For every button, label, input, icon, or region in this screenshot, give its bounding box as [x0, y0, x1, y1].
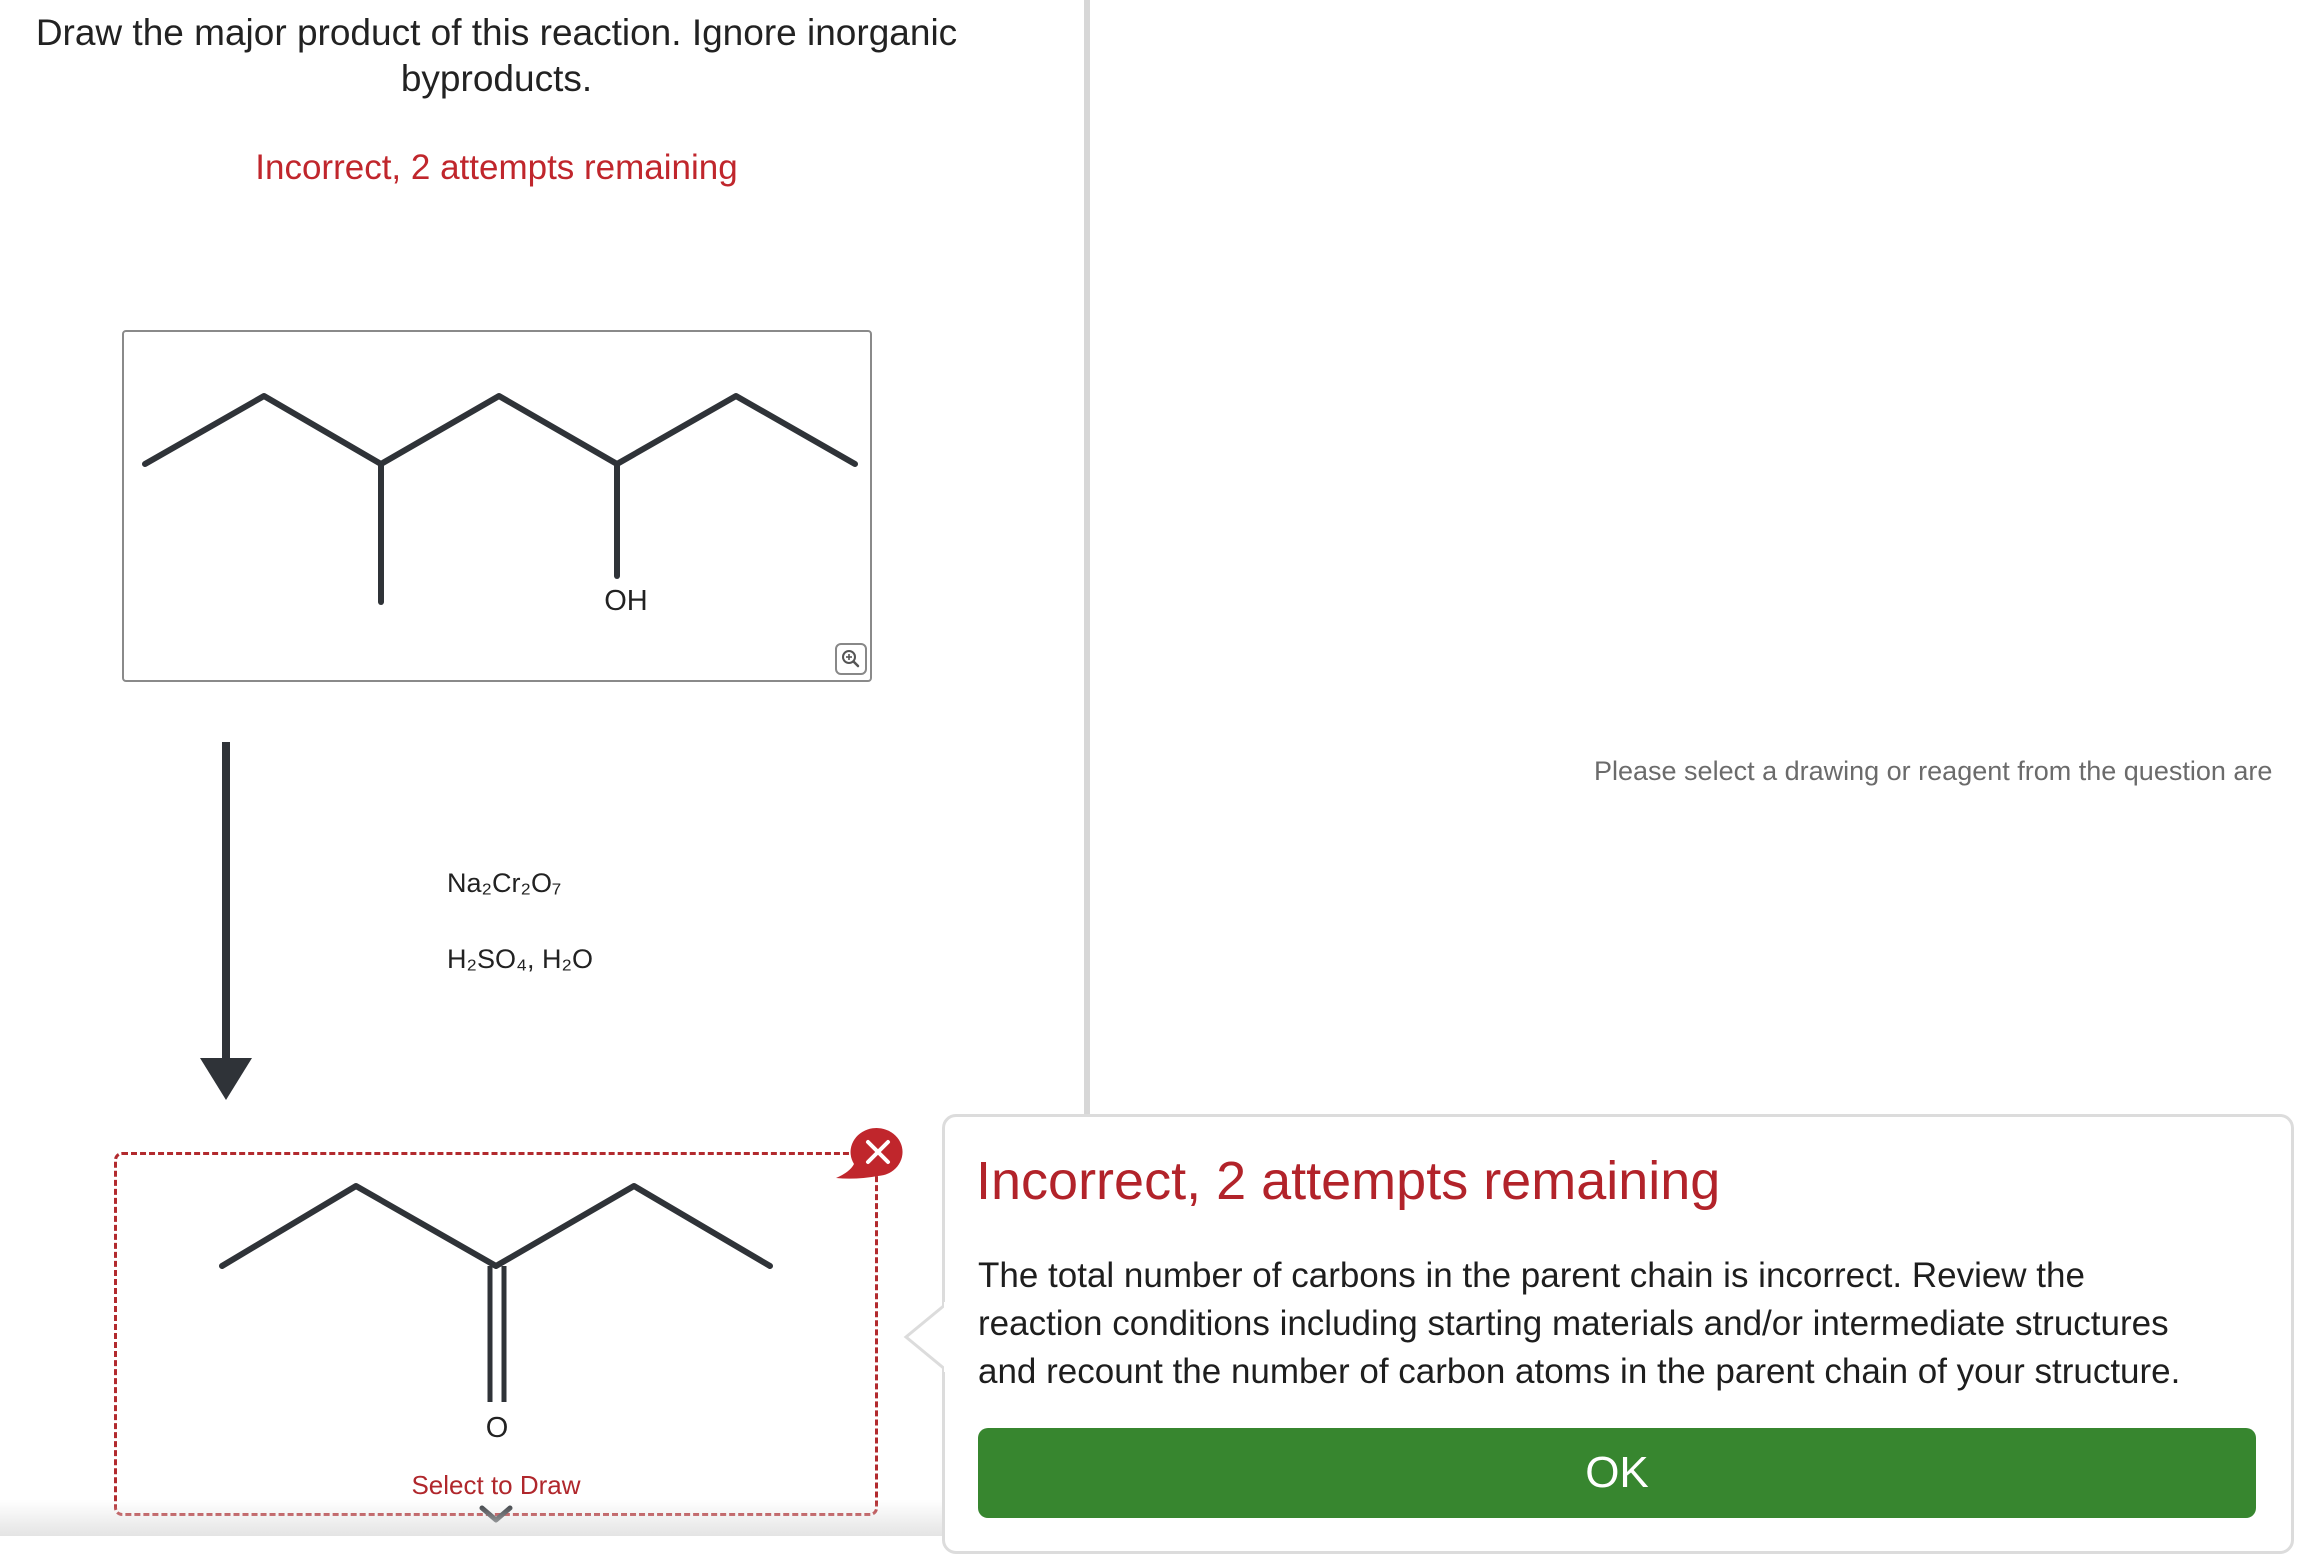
feedback-message: The total number of carbons in the paren…	[978, 1252, 2268, 1396]
feedback-line-1: The total number of carbons in the paren…	[978, 1256, 2085, 1295]
attempt-status: Incorrect, 2 attempts remaining	[255, 148, 738, 187]
select-to-draw-label[interactable]: Select to Draw	[114, 1470, 878, 1501]
reaction-arrow-icon	[200, 742, 252, 1100]
reagent-line-1[interactable]: Na₂Cr₂O₇	[447, 868, 561, 899]
oxygen-label: O	[486, 1412, 509, 1444]
ok-button[interactable]: OK	[978, 1428, 2256, 1518]
popover-pointer	[903, 1302, 948, 1372]
reactant-structure-box[interactable]: OH	[122, 330, 872, 682]
reactant-carbon-chain	[142, 393, 858, 467]
feedback-line-2: reaction conditions including starting m…	[978, 1304, 2169, 1343]
question-line-1: Draw the major product of this reaction.…	[35, 12, 958, 53]
hydroxyl-label: OH	[604, 585, 648, 617]
feedback-title: Incorrect, 2 attempts remaining	[976, 1151, 1721, 1211]
zoom-button[interactable]	[835, 643, 867, 675]
reactant-structure: OH	[142, 393, 858, 617]
feedback-line-3: and recount the number of carbon atoms i…	[978, 1352, 2181, 1391]
product-carbon-chain	[219, 1183, 773, 1269]
pane-divider[interactable]	[1084, 0, 1090, 1116]
empty-state-message: Please select a drawing or reagent from …	[1594, 756, 2273, 786]
zoom-in-icon	[842, 650, 860, 668]
close-icon[interactable]	[832, 1128, 912, 1182]
product-structure: O	[219, 1183, 773, 1444]
reagent-line-2[interactable]: H₂SO₄, H₂O	[447, 944, 593, 975]
question-text: Draw the major product of this reaction.…	[0, 10, 993, 102]
question-line-2: byproducts.	[400, 58, 593, 99]
scroll-shadow	[0, 1500, 942, 1536]
